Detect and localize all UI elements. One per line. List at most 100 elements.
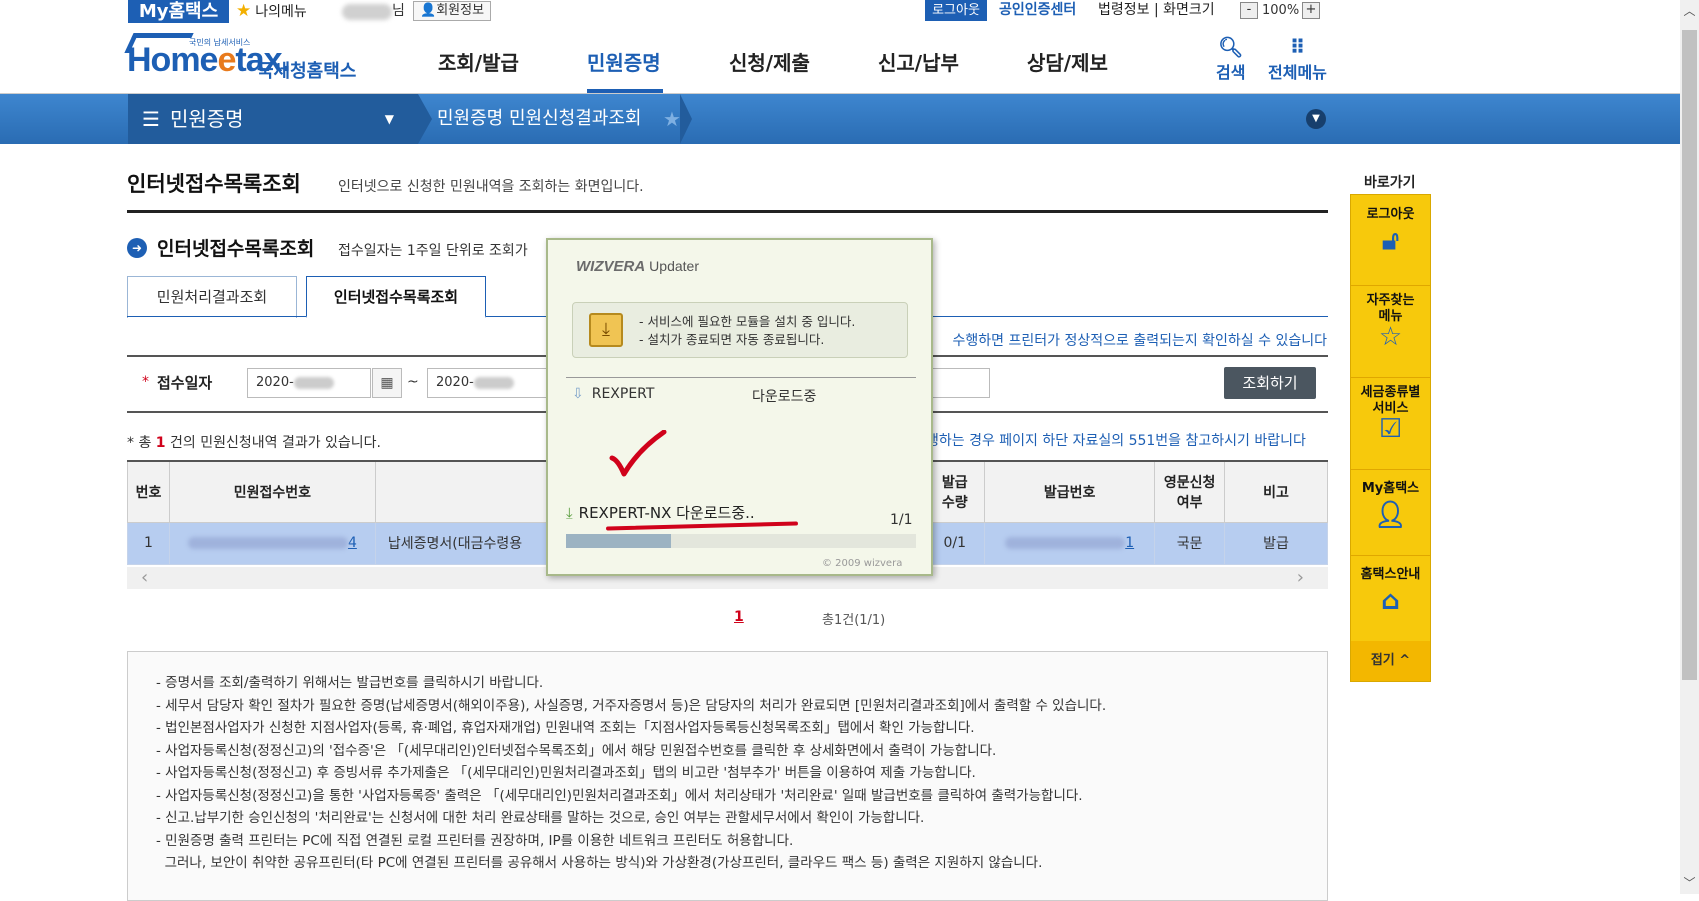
scroll-up-icon[interactable]: ︿ (1682, 2, 1697, 19)
all-menu-button[interactable]: ⠿ 전체메뉴 (1268, 35, 1327, 83)
cell-receipt-no[interactable]: 4 (168, 521, 376, 565)
progress-fill (566, 534, 671, 548)
member-info-label: 회원정보 (436, 3, 485, 18)
breadcrumb-separator-2 (680, 94, 692, 144)
date-from-input[interactable]: 2020- (247, 368, 371, 398)
quick-logout[interactable]: 로그아웃 🔓︎ (1351, 203, 1430, 257)
breadcrumb-bar: ☰ 민원증명 ▼ 민원증명 민원신청결과조회 ★ ▼ (0, 94, 1699, 144)
quick-divider (1351, 469, 1430, 470)
logo-korean: 국세청홈택스 (257, 61, 357, 82)
all-menu-label: 전체메뉴 (1268, 63, 1327, 82)
notice-item: 그러나, 보안이 취약한 공유프린터(타 PC에 연결된 프린터를 공유해서 사… (156, 855, 1043, 871)
cell-issue-no[interactable]: 1 (984, 521, 1156, 565)
search-label: 검색 (1216, 63, 1246, 82)
receipt-date-label: 접수일자 (157, 374, 213, 392)
gnb-consult[interactable]: 상담/제보 (1027, 47, 1108, 76)
install-message: ⤓ - 서비스에 필요한 모듈을 설치 중 입니다. - 설치가 종료되면 자동… (572, 302, 908, 358)
col-note: 비고 (1224, 460, 1328, 523)
house-icon: ⌂ (1381, 586, 1400, 616)
tab-internet-receipt[interactable]: 인터넷접수목록조회 (306, 276, 486, 318)
page-description: 인터넷으로 신청한 민원내역을 조회하는 화면입니다. (338, 179, 644, 195)
header: 국민의 납세서비스 Homeetax. 국세청홈택스 조회/발급 민원증명 신청… (0, 23, 1699, 94)
top-links[interactable]: 법령정보 | 화면크기 (1098, 0, 1215, 21)
download-icon: ⤓ (566, 504, 573, 522)
module-status: 다운로드중 (752, 389, 817, 405)
quick-logout-label: 로그아웃 (1366, 207, 1415, 222)
result-post: 건의 민원신청내역 결과가 있습니다. (170, 435, 381, 451)
zoom-out-button[interactable]: - (1240, 2, 1258, 19)
quick-tax-service[interactable]: 세금종류별 서비스 ☑ (1351, 385, 1430, 444)
wizvera-brand: WIZVERA (576, 258, 646, 275)
scroll-left-icon[interactable]: ‹ (141, 567, 148, 589)
cert-center-link[interactable]: 공인인증센터 (999, 0, 1076, 21)
quick-my-hometax-label: My홈택스 (1361, 481, 1420, 496)
col-english: 영문신청 여부 (1154, 460, 1226, 523)
page-number-current[interactable]: 1 (734, 609, 744, 625)
printer-note[interactable]: 수행하면 프린터가 정상적으로 출력되는지 확인하실 수 있습니다 (953, 330, 1327, 350)
scroll-down-icon[interactable]: ﹀ (1682, 874, 1697, 891)
favorite-star-icon[interactable]: ★ (663, 94, 681, 144)
quick-collapse-button[interactable]: 접기 ^ (1351, 641, 1430, 681)
gnb-active-underline (587, 89, 663, 93)
gnb-inquiry[interactable]: 조회/발급 (438, 47, 519, 76)
scrollbar-thumb[interactable] (1682, 30, 1697, 680)
section-arrow-icon: ➜ (127, 238, 147, 258)
module-row: ⇩ REXPERT 다운로드중 (572, 386, 816, 405)
col-issue-qty: 발급 수량 (924, 460, 986, 523)
user-suffix: 님 (392, 3, 405, 19)
date-from-redacted (293, 376, 334, 389)
tab-result-inquiry[interactable]: 민원처리결과조회 (127, 276, 297, 318)
section-title: 인터넷접수목록조회 (157, 238, 315, 260)
calendar-from-icon[interactable]: ▦ (372, 368, 402, 398)
download-envelope-icon: ⤓ (589, 313, 623, 347)
date-to-redacted (473, 376, 514, 389)
message-line-2: - 설치가 종료되면 자동 종료됩니다. (639, 332, 825, 347)
quick-menu: 로그아웃 🔓︎ 자주찾는 메뉴 ☆ 세금종류별 서비스 ☑ My홈택스 👤︎ 홈택스안내… (1350, 194, 1431, 682)
logout-button[interactable]: 로그아웃 (925, 0, 987, 21)
search-button[interactable]: 🔍︎ 검색 (1216, 35, 1245, 83)
quick-favorites-label: 자주찾는 메뉴 (1366, 293, 1415, 324)
quick-favorites[interactable]: 자주찾는 메뉴 ☆ (1351, 293, 1430, 352)
quick-menu-title: 바로가기 (1364, 175, 1416, 191)
wizvera-logo: WIZVERA Updater (576, 258, 699, 275)
quick-hometax-guide[interactable]: 홈택스안내 ⌂ (1351, 563, 1430, 616)
search-submit-button[interactable]: 조회하기 (1224, 367, 1316, 399)
notice-item: - 법인본점사업자가 신청한 지점사업자(등록, 휴·폐업, 휴업자재개업) 민… (156, 720, 975, 736)
date-to-value: 2020- (436, 375, 474, 390)
quick-divider (1351, 377, 1430, 378)
scroll-right-icon[interactable]: › (1297, 567, 1304, 589)
zoom-level: 100% (1262, 3, 1300, 18)
zoom-in-button[interactable]: + (1302, 2, 1320, 19)
section-label: 민원증명 (169, 107, 244, 131)
my-menu-link[interactable]: ★ 나의메뉴 (236, 0, 307, 23)
member-info-button[interactable]: 👤회원정보 (413, 1, 492, 21)
checkbox-icon: ☑ (1378, 414, 1403, 444)
dialog-copyright: © 2009 wizvera (822, 558, 903, 569)
issue-no-tail[interactable]: 1 (1125, 535, 1134, 551)
expand-down-icon[interactable]: ▼ (1306, 109, 1326, 129)
date-from-value: 2020- (256, 375, 294, 390)
cell-issue-qty: 0/1 (924, 521, 986, 565)
quick-divider (1351, 285, 1430, 286)
quick-my-hometax[interactable]: My홈택스 👤︎ (1351, 477, 1430, 530)
section-dropdown[interactable]: ☰ 민원증명 ▼ (128, 94, 418, 144)
gnb-certificates[interactable]: 민원증명 (587, 47, 661, 76)
download-count: 1/1 (890, 512, 913, 528)
my-hometax-tab[interactable]: My홈택스 (128, 0, 229, 23)
hometax-logo[interactable]: 국민의 납세서비스 Homeetax. 국세청홈택스 (124, 33, 357, 88)
title-divider (127, 210, 1328, 213)
section-description: 접수일자는 1주일 단위로 조회가 (338, 243, 528, 259)
gnb-report-pay[interactable]: 신고/납부 (878, 47, 959, 76)
user-icon: 👤︎ (1373, 500, 1407, 530)
reference-note[interactable]: 행하는 경우 페이지 하단 자료실의 551번을 참고하시기 바랍니다 (926, 430, 1306, 450)
search-icon: 🔍︎ (1218, 35, 1244, 59)
page-title: 인터넷접수목록조회 (127, 172, 301, 196)
col-receipt-no: 민원접수번호 (168, 460, 376, 523)
result-pre: * 총 (127, 435, 152, 451)
star-outline-icon: ☆ (1378, 322, 1403, 352)
page-total: 총1건(1/1) (822, 613, 886, 628)
receipt-no-tail[interactable]: 4 (348, 535, 357, 551)
gnb-apply[interactable]: 신청/제출 (729, 47, 810, 76)
date-to-input[interactable]: 2020- (427, 368, 551, 398)
notice-item: - 민원증명 출력 프린터는 PC에 직접 연결된 로컬 프린터를 권장하며, … (156, 832, 794, 849)
